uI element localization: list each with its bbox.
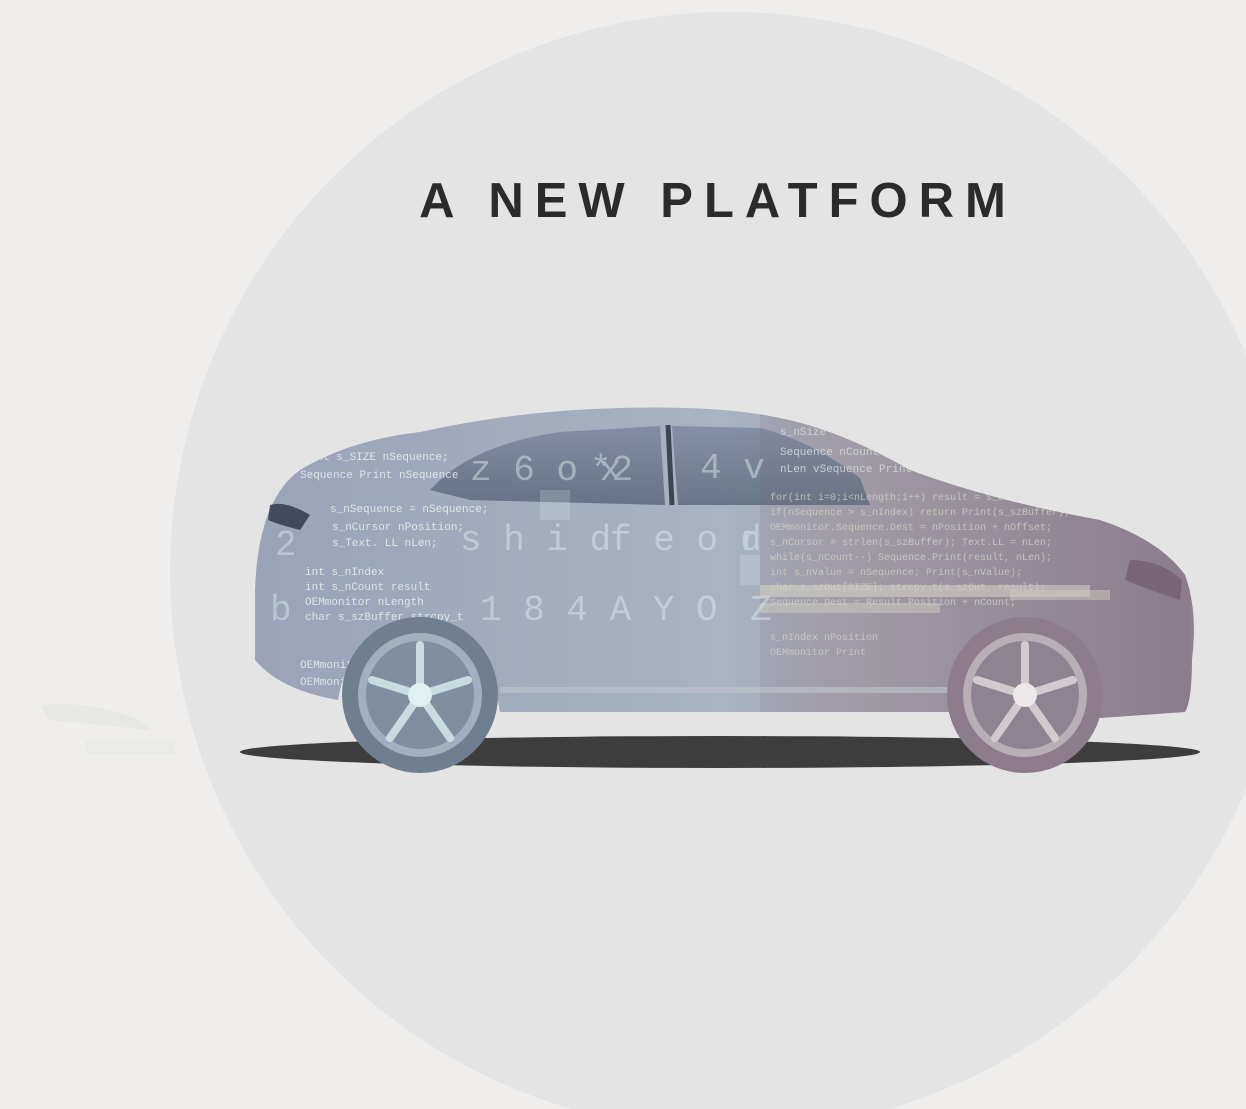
svg-text:Sequence Print nSequence: Sequence Print nSequence <box>300 470 458 482</box>
svg-text:2: 2 <box>275 525 297 566</box>
svg-text:s_nSequence = nSequence;: s_nSequence = nSequence; <box>330 504 488 516</box>
svg-text:int s_SIZE nSequence;: int s_SIZE nSequence; <box>310 452 449 464</box>
hero-banner: A NEW PLATFORM int s_SIZE nSequence; Seq… <box>0 0 1246 1109</box>
svg-text:int s_nIndex: int s_nIndex <box>305 567 385 579</box>
svg-text:d: d <box>740 520 762 561</box>
svg-text:OEMmonitor nLength: OEMmonitor nLength <box>305 597 424 609</box>
svg-text:1 8 4 A Y O: 1 8 4 A Y O <box>480 590 718 631</box>
svg-text:b: b <box>270 590 292 631</box>
car-with-code-overlay-icon: int s_SIZE nSequence; Sequence Print nSe… <box>0 0 1246 1109</box>
svg-text:s_Text. LL nLen;: s_Text. LL nLen; <box>332 538 438 550</box>
svg-text:s h i d: s h i d <box>460 520 611 561</box>
svg-text:int s_nCount result: int s_nCount result <box>305 582 430 594</box>
svg-text:f e o r: f e o r <box>610 520 761 561</box>
svg-text:*2: *2 <box>590 450 633 491</box>
svg-text:4 v: 4 v <box>700 448 765 489</box>
svg-text:s_nCursor nPosition;: s_nCursor nPosition; <box>332 522 464 534</box>
svg-text:Z: Z <box>750 590 772 631</box>
